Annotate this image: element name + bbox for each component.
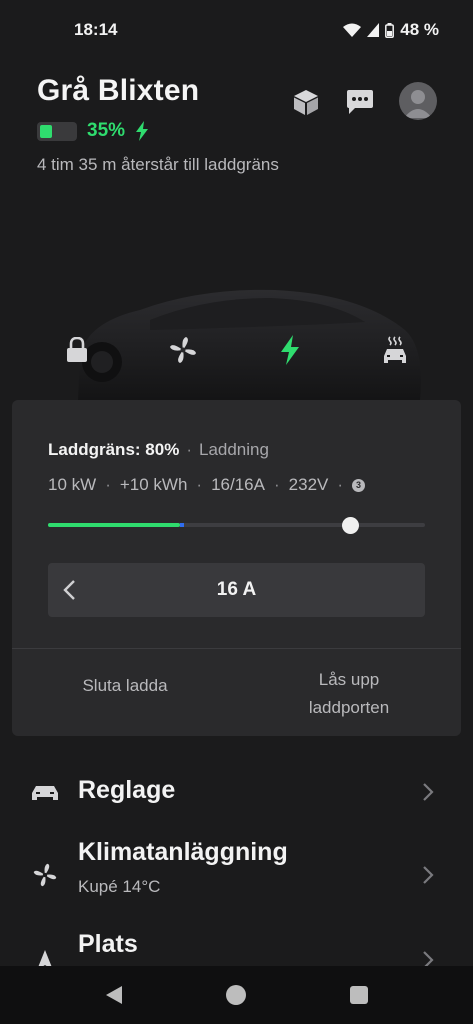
menu-location-title: Plats — [78, 930, 138, 958]
unlock-label-line2: laddporten — [308, 698, 390, 717]
message-icon[interactable] — [342, 84, 378, 120]
menu-item-location[interactable]: Plats — [0, 930, 473, 966]
unlock-label-line1: Lås upp — [318, 670, 380, 689]
menu-controls-title: Reglage — [78, 776, 176, 804]
amperage-selector[interactable]: 16 A — [48, 563, 425, 617]
nav-home-icon[interactable] — [226, 985, 246, 1005]
car-icon — [30, 780, 60, 804]
charging-state: Laddning — [198, 440, 269, 459]
vehicle-name[interactable]: Grå Blixten — [37, 74, 199, 108]
charge-level-marker — [180, 523, 184, 527]
profile-icon[interactable] — [399, 82, 437, 120]
battery-gauge — [37, 121, 77, 141]
seat-heater-icon[interactable] — [378, 333, 412, 367]
nav-recents-icon[interactable] — [350, 986, 368, 1004]
battery-fill — [40, 124, 52, 138]
stat-voltage: 232V — [288, 475, 329, 494]
chevron-right-icon — [423, 866, 434, 884]
stat-power: 10 kW — [48, 475, 97, 494]
card-divider — [12, 648, 461, 649]
battery-status-icon — [385, 22, 395, 38]
menu-climate-subtitle: Kupé 14°C — [78, 877, 161, 896]
unlock-charge-port-button[interactable]: Lås upp laddporten — [264, 666, 434, 722]
charge-limit-row[interactable]: Laddgräns: 80% · Laddning — [48, 440, 269, 460]
status-battery-text: 48 % — [400, 20, 439, 39]
menu-item-controls[interactable]: Reglage — [0, 768, 473, 816]
info-badge[interactable]: 3 — [352, 478, 366, 492]
stat-energy: +10 kWh — [119, 475, 188, 494]
chevron-right-icon — [423, 951, 434, 966]
battery-row: 35% — [37, 120, 149, 142]
status-time: 18:14 — [74, 20, 118, 39]
charging-stats: 10 kW · +10 kWh · 16/16A · 232V · 3 — [48, 475, 366, 495]
chevron-right-icon — [423, 783, 434, 801]
menu-climate-title: Klimatanläggning — [78, 838, 288, 866]
menu-item-climate[interactable]: Klimatanläggning Kupé 14°C — [0, 838, 473, 902]
nav-back-icon[interactable] — [104, 985, 124, 1005]
lock-icon[interactable] — [60, 333, 94, 367]
amperage-value: 16 A — [216, 579, 257, 600]
charge-level-fill — [48, 523, 180, 527]
battery-percent: 35% — [87, 120, 126, 141]
location-arrow-icon — [30, 948, 60, 966]
time-remaining: 4 tim 35 m återstår till laddgräns — [37, 155, 279, 174]
fan-icon — [30, 862, 60, 888]
charge-limit-label: Laddgräns: 80% — [48, 440, 180, 459]
charge-limit-thumb[interactable] — [342, 517, 359, 534]
wifi-icon — [343, 23, 362, 37]
box-icon[interactable] — [288, 84, 324, 120]
stop-charging-button[interactable]: Sluta ladda — [40, 676, 210, 696]
fan-icon[interactable] — [166, 333, 200, 367]
signal-icon — [367, 23, 380, 37]
status-icons: 48 % — [343, 20, 439, 40]
stat-current: 16/16A — [211, 475, 265, 494]
charge-limit-slider[interactable] — [48, 523, 425, 527]
charging-bolt-icon — [136, 121, 149, 141]
charging-bolt-icon[interactable] — [273, 333, 307, 367]
car-image — [78, 289, 421, 400]
chevron-left-icon[interactable] — [62, 579, 76, 601]
